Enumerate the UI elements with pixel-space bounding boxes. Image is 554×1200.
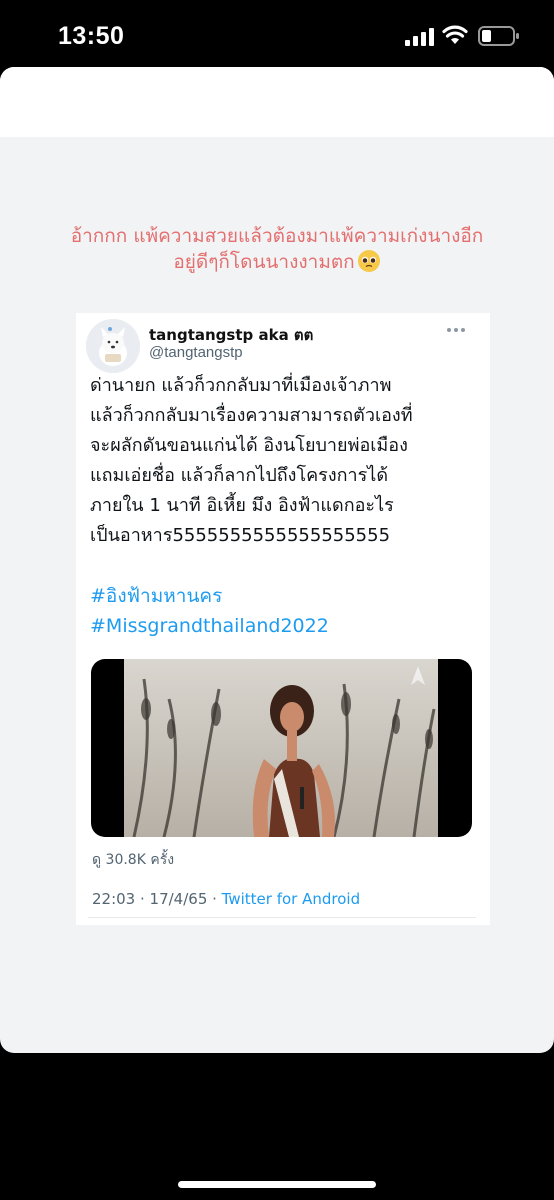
video-thumbnail xyxy=(124,659,438,837)
story-sheet: อ้ากกก แพ้ความสวยแล้วต้องมาแพ้ความเก่งนา… xyxy=(0,67,554,1053)
tweet-line: ภายใน 1 นาที อิเหี้ย มึง อิงฟ้าแดกอะไร xyxy=(90,495,394,516)
pleading-face-emoji-icon xyxy=(357,250,380,272)
battery-icon xyxy=(478,26,519,46)
caption-line-1: อ้ากกก แพ้ความสวยแล้วต้องมาแพ้ความเก่งนา… xyxy=(70,225,484,247)
status-bar: 13:50 xyxy=(0,0,554,70)
tweet-metadata: 22:03 · 17/4/65 · Twitter for Android xyxy=(92,890,360,908)
status-time: 13:50 xyxy=(58,22,125,50)
tweet-line: เป็นอาหาร5555555555555555555 xyxy=(90,525,391,546)
tweet-timestamp: 22:03 · 17/4/65 · xyxy=(92,890,222,908)
view-count: ดู 30.8K ครั้ง xyxy=(92,852,175,868)
hashtag-link[interactable]: #Missgrandthailand2022 xyxy=(90,611,329,641)
tweet-line: แถมเอ่ยชื่อ แล้วก็ลากไปถึงโครงการได้ xyxy=(90,465,389,486)
tweet-source-link[interactable]: Twitter for Android xyxy=(222,890,360,908)
divider xyxy=(88,917,476,918)
tweet-card[interactable]: tangtangstp aka ตต @tangtangstp ด่านายก … xyxy=(76,313,490,925)
wifi-icon xyxy=(442,25,468,44)
tweet-line: ด่านายก แล้วก็วกกลับมาที่เมืองเจ้าภาพ xyxy=(90,375,392,396)
story-caption: อ้ากกก แพ้ความสวยแล้วต้องมาแพ้ความเก่งนา… xyxy=(30,223,524,275)
tweet-line: จะผลักดันขอนแก่นได้ อิงนโยบายพ่อเมือง xyxy=(90,435,408,456)
video-player[interactable] xyxy=(91,659,472,837)
hashtag-link[interactable]: #อิงฟ้ามหานคร xyxy=(90,581,329,611)
caption-line-2-text: อยู่ดีๆก็โดนนางงามตก xyxy=(173,251,355,273)
caption-line-2: อยู่ดีๆก็โดนนางงามตก xyxy=(30,249,524,275)
user-handle[interactable]: @tangtangstp xyxy=(149,344,243,361)
channel-logo-icon xyxy=(411,666,425,685)
avatar-dog-icon xyxy=(86,319,140,373)
tweet-body: ด่านายก แล้วก็วกกลับมาที่เมืองเจ้าภาพ แล… xyxy=(90,371,484,551)
story-header-area xyxy=(0,67,554,137)
avatar[interactable] xyxy=(86,319,140,373)
more-options-icon[interactable] xyxy=(446,327,466,333)
signal-icon xyxy=(405,28,434,46)
tweet-line: แล้วก็วกกลับมาเรื่องความสามารถตัวเองที่ xyxy=(90,405,413,426)
home-indicator[interactable] xyxy=(178,1181,376,1188)
hashtags: #อิงฟ้ามหานคร #Missgrandthailand2022 xyxy=(90,581,329,641)
